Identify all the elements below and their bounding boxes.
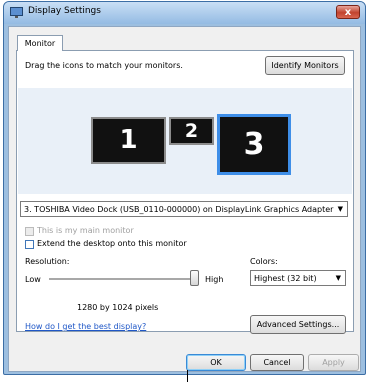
window-title: Display Settings [28,6,101,16]
resolution-slider-thumb[interactable] [190,270,199,286]
display-device-value: 3. TOSHIBA Video Dock (USB_0110-000000) … [24,205,334,214]
dialog-body: Monitor Drag the icons to match your mon… [8,26,361,372]
resolution-value: 1280 by 1024 pixels [77,303,159,312]
dropdown-arrow-icon: ▼ [337,205,343,213]
extend-desktop-label: Extend the desktop onto this monitor [37,239,187,248]
best-display-help-link[interactable]: How do I get the best display? [25,322,146,331]
resolution-high-label: High [205,275,224,284]
ok-button[interactable]: OK [186,354,246,371]
monitor-1-icon[interactable]: 1 [91,117,166,164]
monitor-2-icon[interactable]: 2 [169,117,214,145]
close-button[interactable]: x [336,5,360,19]
dropdown-arrow-icon: ▼ [335,274,341,282]
resolution-label: Resolution: [25,257,70,266]
colors-value: Highest (32 bit) [254,274,317,283]
main-monitor-checkbox[interactable] [25,227,34,236]
close-icon: x [344,7,352,18]
callout-pointer-line [187,370,188,382]
monitor-tab-panel: Drag the icons to match your monitors. I… [16,50,354,334]
cancel-button[interactable]: Cancel [250,354,304,371]
monitor-arrangement-area: 1 2 3 [18,88,352,194]
extend-desktop-checkbox[interactable] [25,240,34,249]
display-settings-window: Display Settings x Monitor Drag the icon… [3,1,366,375]
main-monitor-label: This is my main monitor [37,226,134,235]
identify-monitors-button[interactable]: Identify Monitors [265,56,345,75]
display-device-select[interactable]: 3. TOSHIBA Video Dock (USB_0110-000000) … [20,201,348,217]
resolution-low-label: Low [25,275,41,284]
colors-label: Colors: [250,257,278,266]
apply-button[interactable]: Apply [308,354,359,371]
colors-select[interactable]: Highest (32 bit) ▼ [250,270,346,286]
instruction-text: Drag the icons to match your monitors. [25,61,183,70]
display-settings-icon [10,7,23,18]
resolution-slider-track[interactable] [49,278,195,281]
advanced-settings-button[interactable]: Advanced Settings... [250,315,346,334]
title-bar[interactable]: Display Settings x [4,2,365,24]
monitor-3-icon[interactable]: 3 [217,114,291,175]
tab-monitor[interactable]: Monitor [17,35,63,51]
